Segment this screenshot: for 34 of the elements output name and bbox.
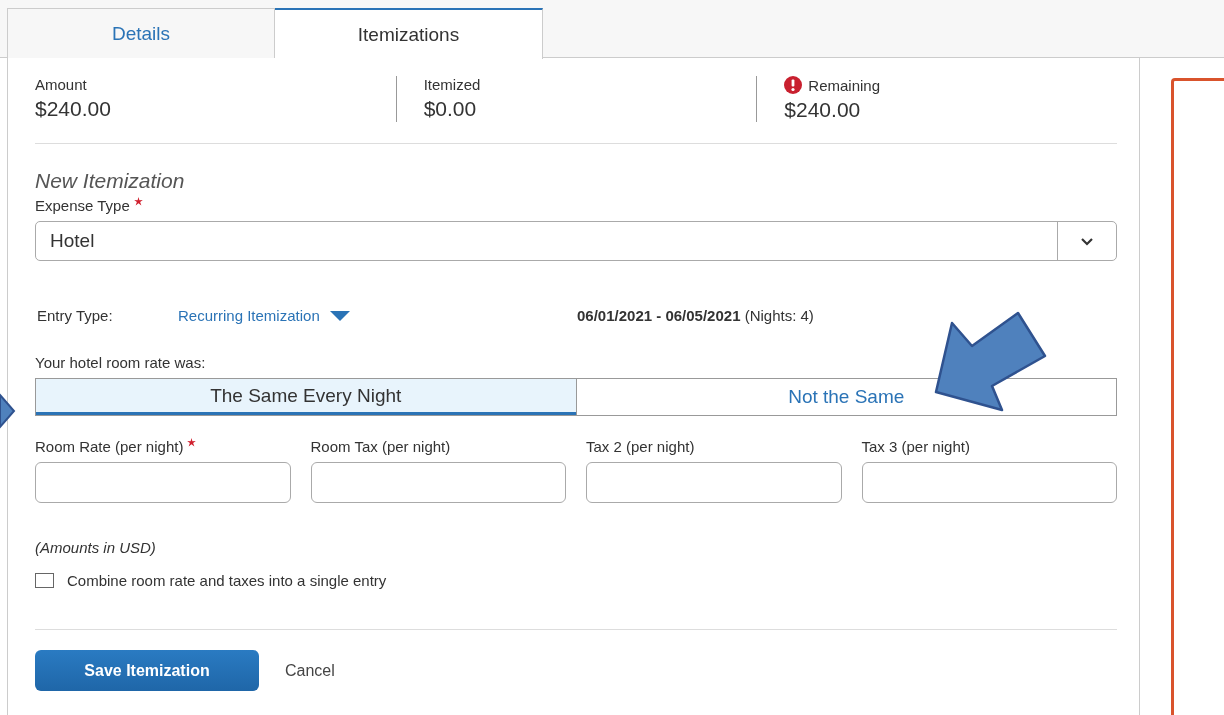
field-label: Room Rate (per night) [35,438,184,455]
summary-label: Amount [35,76,87,93]
field-label: Tax 2 (per night) [586,438,695,455]
input-field[interactable] [586,462,842,503]
required-icon [187,438,197,447]
segment-option[interactable]: The Same Every Night [36,379,576,415]
question-label: Your hotel room rate was: [35,354,207,371]
expense-type-dropdown[interactable]: Hotel [35,221,1117,261]
save-button[interactable]: Save Itemization [35,650,259,691]
cancel-link[interactable]: Cancel [285,661,335,680]
summary-label: Remaining [808,76,881,94]
currency-note: (Amounts in USD) [35,539,157,556]
input-field[interactable] [310,462,566,503]
entry-type-dropdown[interactable]: Recurring Itemization [178,307,577,324]
arrow-drawing [0,392,16,430]
date-range: 06/01/2021 - 06/05/2021 (Nights: 4) [577,307,814,324]
field-label: Entry Type: [37,307,114,324]
required-icon [133,197,143,206]
summary-value: $240.00 [784,98,862,122]
summary-value: $240.00 [35,97,112,121]
field-label: Room Tax (per night) [310,438,451,455]
tab[interactable]: Itemizations [275,8,543,59]
chevron-icon [1080,236,1094,246]
checkbox[interactable] [35,573,54,588]
field-label: Tax 3 (per night) [861,438,970,455]
summary-value: $0.00 [423,97,478,121]
tab[interactable]: Details [7,8,275,58]
checkbox-label: Combine room rate and taxes into a single entry [67,572,387,589]
summary-label: Itemized [423,76,481,93]
section-heading: New Itemization [35,169,186,193]
input-field[interactable] [35,462,291,503]
field-label: Expense Type [35,197,130,214]
input-field[interactable] [861,462,1117,503]
caret-icon [329,310,350,321]
